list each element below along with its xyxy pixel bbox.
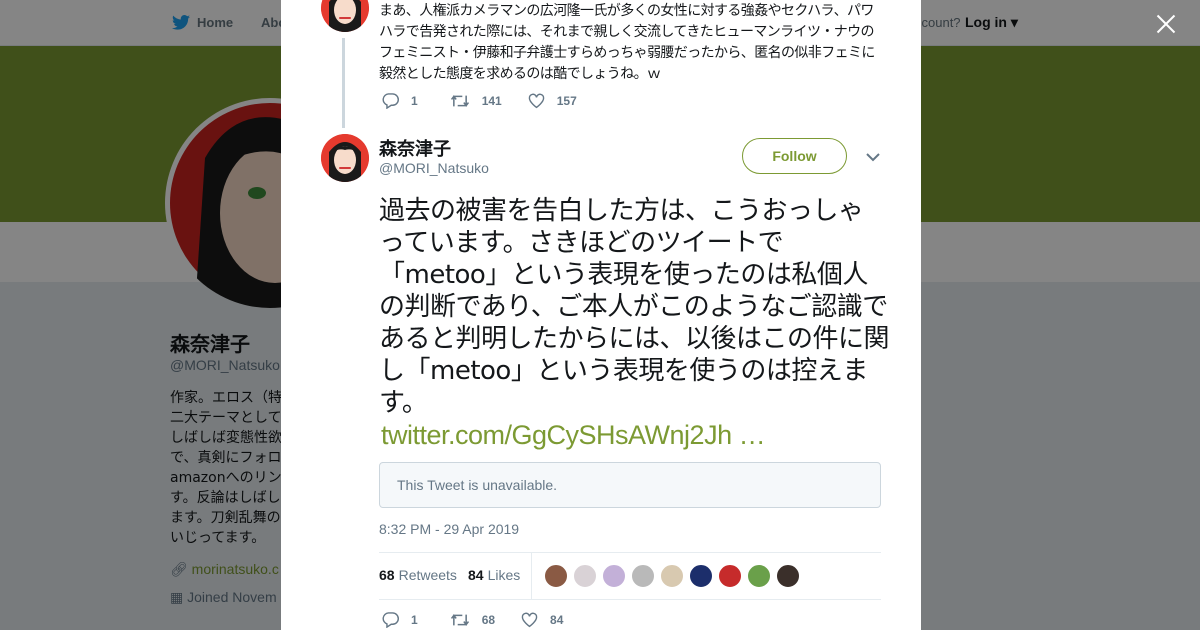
liker-avatar[interactable] xyxy=(776,564,800,588)
tweet-stats: 68 Retweets 84 Likes xyxy=(379,552,881,600)
author-avatar-illustration xyxy=(321,0,369,32)
reply-button[interactable]: 1 xyxy=(382,93,418,109)
reply-button[interactable]: 1 xyxy=(382,612,418,628)
liker-avatar[interactable] xyxy=(602,564,626,588)
stats-divider xyxy=(531,553,532,599)
thread-connector-line xyxy=(342,38,345,128)
retweet-icon xyxy=(450,614,469,626)
retweet-icon xyxy=(450,95,469,107)
liker-avatar[interactable] xyxy=(747,564,771,588)
retweets-stat[interactable]: 68 Retweets xyxy=(379,567,457,583)
liker-avatar[interactable] xyxy=(631,564,655,588)
likes-stat-count: 84 xyxy=(468,567,484,583)
retweets-stat-label: Retweets xyxy=(398,567,457,583)
tweet-text: 過去の被害を告白した方は、こうおっしゃっています。さきほどのツイートで「meto… xyxy=(379,195,890,451)
tweet-timestamp[interactable]: 8:32 PM - 29 Apr 2019 xyxy=(379,521,519,537)
previous-tweet-avatar[interactable] xyxy=(321,0,369,32)
likes-stat-label: Likes xyxy=(487,567,521,583)
heart-icon xyxy=(528,93,545,109)
tweet-author-avatar[interactable] xyxy=(321,134,369,182)
close-icon[interactable] xyxy=(1156,14,1176,34)
liker-avatars xyxy=(544,564,805,588)
follow-button[interactable]: Follow xyxy=(742,138,847,174)
reply-icon xyxy=(382,612,399,628)
reply-count: 1 xyxy=(411,613,418,627)
quoted-tweet-unavailable: This Tweet is unavailable. xyxy=(379,462,881,508)
liker-avatar[interactable] xyxy=(718,564,742,588)
retweets-stat-count: 68 xyxy=(379,567,395,583)
previous-tweet-text: まあ、人権派カメラマンの広河隆一氏が多くの女性に対する強姦やセクハラ、パワハラで… xyxy=(379,3,875,82)
liker-avatar[interactable] xyxy=(544,564,568,588)
liker-avatar[interactable] xyxy=(660,564,684,588)
tweet-author-name[interactable]: 森奈津子 xyxy=(379,135,451,161)
retweet-button[interactable]: 141 xyxy=(450,93,502,109)
tweet-permalink-modal: まあ、人権派カメラマンの広河隆一氏が多くの女性に対する強姦やセクハラ、パワハラで… xyxy=(281,0,921,630)
likes-stat[interactable]: 84 Likes xyxy=(468,567,520,583)
like-button[interactable]: 84 xyxy=(521,612,563,628)
like-button[interactable]: 157 xyxy=(528,93,577,109)
heart-icon xyxy=(521,612,538,628)
tweet-body: 過去の被害を告白した方は、こうおっしゃっています。さきほどのツイートで「meto… xyxy=(379,196,890,418)
chevron-down-icon[interactable] xyxy=(866,152,880,162)
tweet-link[interactable]: twitter.com/GgCySHsAWnj2Jh … xyxy=(381,419,889,451)
like-count: 157 xyxy=(556,94,577,108)
retweet-button[interactable]: 68 xyxy=(450,612,495,628)
previous-tweet-actions: 1 141 157 xyxy=(382,93,603,109)
reply-icon xyxy=(382,93,399,109)
reply-count: 1 xyxy=(411,94,418,108)
author-avatar-illustration xyxy=(321,134,369,182)
retweet-count: 68 xyxy=(481,613,496,627)
liker-avatar[interactable] xyxy=(689,564,713,588)
tweet-author-handle[interactable]: @MORI_Natsuko xyxy=(379,160,489,176)
liker-avatar[interactable] xyxy=(573,564,597,588)
tweet-actions: 1 68 84 xyxy=(382,612,589,628)
retweet-count: 141 xyxy=(481,94,502,108)
like-count: 84 xyxy=(550,613,564,627)
